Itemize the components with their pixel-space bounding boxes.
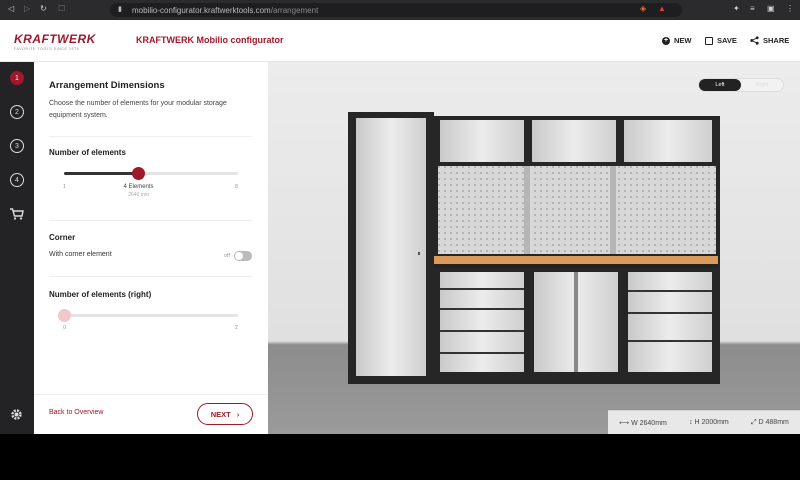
playlist-icon[interactable]: ≡	[750, 4, 755, 13]
menu-icon[interactable]: ⋮	[786, 4, 794, 13]
wallet-icon[interactable]: ▣	[767, 4, 775, 13]
logo-word: KRAFTWERK	[14, 32, 96, 46]
rewards-icon[interactable]: ▲	[658, 4, 666, 13]
pegboard	[438, 166, 716, 254]
next-button[interactable]: NEXT ›	[197, 403, 253, 425]
height-readout: ↕ H 2000mm	[689, 419, 729, 426]
elements-slider-fill	[64, 172, 139, 175]
elements-value: 4 Elements	[123, 184, 154, 190]
depth-readout: ⤢ D 488mm	[750, 418, 789, 426]
address-bar[interactable]: ▮ mobilio-configurator.kraftwerktools.co…	[110, 3, 682, 17]
url-host: mobilio-configurator.kraftwerktools.com	[132, 5, 271, 15]
bottom-black-area	[0, 434, 800, 480]
new-label: NEW	[674, 36, 692, 45]
corner-option-label: With corner element	[49, 251, 112, 258]
step-4[interactable]: 4	[10, 173, 24, 187]
extensions-icon[interactable]: ✦	[733, 4, 740, 13]
step-1[interactable]: 1	[10, 71, 24, 85]
browser-toolbar: ◁ ▷ ↻ ☐ ▮ mobilio-configurator.kraftwerk…	[0, 0, 800, 20]
toggle-knob	[235, 252, 243, 260]
kraftwerk-logo[interactable]: KRAFTWERK FAVORITE TOOLS SINCE 1975	[14, 32, 96, 51]
width-value: W 2640mm	[631, 419, 667, 427]
share-icon	[750, 36, 759, 45]
elements-right-slider-thumb[interactable]	[57, 309, 71, 322]
divider	[49, 276, 252, 277]
drawer-unit	[440, 272, 524, 372]
elements-slider-thumb[interactable]	[132, 167, 146, 180]
share-button[interactable]: SHARE	[750, 36, 789, 45]
save-button[interactable]: SAVE	[705, 36, 737, 45]
next-label: NEXT	[210, 409, 231, 419]
elements-max-tick: 8	[235, 184, 239, 190]
step-2[interactable]: 2	[10, 105, 24, 119]
elements-right-label: Number of elements (right)	[49, 290, 152, 299]
divider	[49, 220, 252, 221]
footer-divider	[34, 394, 268, 395]
depth-value: D 488mm	[758, 418, 789, 426]
drawer-unit	[628, 272, 712, 372]
cart-icon[interactable]	[10, 208, 24, 220]
elements-min-tick: 1	[63, 184, 67, 190]
bookmark-icon[interactable]: ☐	[58, 4, 65, 13]
corner-label: Corner	[49, 233, 76, 242]
wall-cabinet	[532, 120, 616, 162]
elements-right-max-tick: 2	[235, 325, 239, 331]
chevron-right-icon: ›	[236, 409, 240, 419]
share-label: SHARE	[763, 36, 790, 45]
forward-icon[interactable]: ▷	[24, 4, 30, 13]
brave-shield-icon[interactable]: ◈	[640, 4, 646, 13]
elements-right-min-tick: 0	[63, 325, 67, 331]
cabinet-model	[348, 112, 720, 384]
step-3[interactable]: 3	[10, 139, 24, 153]
worktop	[434, 256, 718, 264]
wall-cabinet	[624, 120, 712, 162]
logo-tagline: FAVORITE TOOLS SINCE 1975	[14, 47, 80, 51]
elements-width: 2640 mm	[128, 192, 149, 198]
save-icon	[705, 36, 713, 45]
back-to-overview-link[interactable]: Back to Overview	[49, 409, 103, 416]
step-rail: 1 2 3 4	[0, 62, 34, 434]
url-path: /arrangement	[270, 5, 319, 15]
config-panel: Arrangement Dimensions Choose the number…	[34, 62, 268, 434]
elements-label: Number of elements	[49, 148, 126, 157]
tall-cabinet-door	[356, 118, 426, 376]
panel-description: Choose the number of elements for your m…	[49, 100, 227, 119]
elements-right-slider-track[interactable]	[64, 314, 238, 317]
corner-toggle[interactable]	[234, 251, 252, 261]
app-title: KRAFTWERK Mobilio configurator	[136, 35, 284, 45]
dimensions-bar: ⟷ W 2640mm ↕ H 2000mm ⤢ D 488mm	[608, 410, 800, 434]
height-value: H 2000mm	[694, 419, 729, 426]
back-icon[interactable]: ◁	[8, 4, 14, 13]
wall-cabinet	[440, 120, 524, 162]
lock-icon: ▮	[118, 6, 122, 13]
app-header: KRAFTWERK FAVORITE TOOLS SINCE 1975 KRAF…	[0, 20, 800, 62]
corner-toggle-state: off	[224, 253, 231, 259]
preview-viewport[interactable]: Left Right ⟷ W 2640mm ↕ H 2000mm ⤢ D 488…	[268, 62, 800, 434]
gear-icon[interactable]	[10, 408, 23, 421]
divider	[49, 136, 252, 137]
plus-circle-icon: +	[662, 36, 670, 45]
width-readout: ⟷ W 2640mm	[619, 419, 667, 427]
save-label: SAVE	[717, 36, 737, 45]
reload-icon[interactable]: ↻	[40, 4, 47, 13]
new-button[interactable]: + NEW	[662, 36, 692, 45]
panel-title: Arrangement Dimensions	[49, 80, 165, 91]
